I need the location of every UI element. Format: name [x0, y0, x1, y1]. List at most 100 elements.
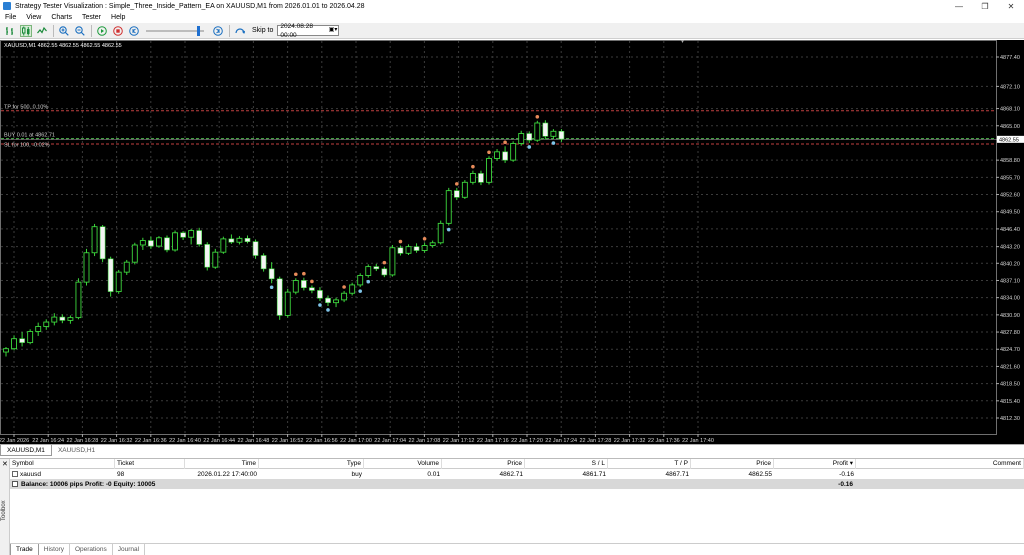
close-icon[interactable]: ✕ [2, 460, 8, 468]
col-comment[interactable]: Comment [856, 458, 1024, 469]
sort-down-icon: ▾ [849, 459, 853, 467]
balance-summary: Balance: 10006 pips Profit: -0 Equity: 1… [10, 481, 755, 488]
trade-table: Symbol Ticket Time Type Volume Price S /… [10, 458, 1024, 489]
candle-bearish [309, 287, 315, 291]
speed-slider-thumb[interactable] [197, 25, 200, 36]
bar-chart-icon[interactable] [4, 25, 16, 37]
buy-signal-marker [527, 145, 532, 149]
chart-canvas[interactable]: 4877.40 4872.10 4868.10 4865.00 4862.55 4858.… [0, 40, 1024, 444]
toolbox-label: Toolbox [1, 500, 7, 521]
toolbox-sidebar: ✕ Toolbox [0, 459, 10, 555]
balance-profit: -0.16 [838, 480, 853, 488]
tab-history[interactable]: History [39, 544, 70, 555]
menu-view[interactable]: View [21, 14, 46, 21]
candle-bullish [461, 181, 468, 198]
candle-bullish [365, 266, 372, 276]
row-sl: 4861.71 [582, 470, 607, 478]
table-row[interactable]: xauusd 98 2026.01.22 17:40:00 buy 0.01 4… [10, 469, 1024, 479]
candle-bullish [284, 291, 291, 316]
tab-trade[interactable]: Trade [10, 544, 39, 555]
step-forward-icon[interactable] [212, 25, 224, 37]
price-axis-label: 4872.10 [1000, 84, 1020, 90]
candle-bullish [220, 238, 227, 253]
skip-icon[interactable] [234, 25, 246, 37]
menu-file[interactable]: File [0, 14, 21, 21]
candle-bullish [518, 133, 525, 144]
tab-xauusd-h1[interactable]: XAUUSD,H1 [52, 445, 101, 456]
menu-charts[interactable]: Charts [46, 14, 77, 21]
candle-bullish [123, 261, 130, 273]
candle-bullish [155, 237, 162, 247]
price-axis-label: 4858.80 [1000, 158, 1020, 164]
stop-loss-label: SL for 100, -0.02% [4, 143, 50, 149]
play-icon[interactable] [96, 25, 108, 37]
sell-signal-marker [310, 279, 314, 284]
candle-bullish [534, 122, 541, 141]
position-icon [12, 470, 18, 477]
row-type: buy [351, 470, 362, 478]
candle-bullish [405, 246, 412, 254]
maximize-button[interactable]: ❐ [972, 0, 998, 12]
col-symbol[interactable]: Symbol [10, 458, 115, 469]
stop-icon[interactable] [112, 25, 124, 37]
skip-to-date-input[interactable]: 2024.08.28 00:00 ▣▾ [277, 23, 340, 39]
balance-toggle-icon[interactable] [12, 480, 18, 487]
strategy-tester-window: Strategy Tester Visualization : Simple_T… [0, 0, 1024, 555]
title-bar: Strategy Tester Visualization : Simple_T… [0, 0, 1024, 12]
candle-bullish [349, 284, 356, 294]
col-tp[interactable]: T / P [608, 458, 691, 469]
col-time[interactable]: Time [185, 458, 259, 469]
zoom-out-icon[interactable] [74, 25, 86, 37]
candle-bullish [91, 226, 98, 254]
candle-bullish [3, 348, 9, 353]
col-price[interactable]: Price [442, 458, 525, 469]
sell-signal-marker [503, 140, 507, 145]
col-type[interactable]: Type [259, 458, 364, 469]
tab-journal[interactable]: Journal [113, 544, 146, 555]
row-symbol: xauusd [10, 471, 115, 478]
toolbox-tab-bar: Trade History Operations Journal [10, 543, 1024, 555]
sell-signal-marker [302, 271, 306, 276]
speed-slider[interactable] [146, 25, 208, 37]
close-button[interactable]: ✕ [998, 0, 1024, 12]
candle-bearish [478, 173, 484, 183]
candle-bearish [99, 226, 106, 260]
line-chart-icon[interactable] [36, 25, 48, 37]
col-volume[interactable]: Volume [364, 458, 442, 469]
step-back-icon[interactable] [128, 25, 140, 37]
candle-bearish [325, 297, 331, 303]
candlestick-icon[interactable] [20, 24, 32, 37]
zoom-in-icon[interactable] [58, 25, 70, 37]
toolbar-separator [53, 24, 54, 37]
menu-help[interactable]: Help [106, 14, 130, 21]
price-axis-label: 4837.10 [1000, 278, 1020, 284]
candle-bullish [51, 316, 58, 323]
col-ticket[interactable]: Ticket [115, 458, 185, 469]
col-profit[interactable]: Profit ▾ [774, 458, 856, 469]
menu-tester[interactable]: Tester [77, 14, 106, 21]
candle-bearish [204, 244, 211, 268]
chart-shift-marker[interactable] [681, 40, 684, 43]
minimize-button[interactable]: — [946, 0, 972, 12]
candle-bearish [373, 266, 380, 270]
app-icon [3, 2, 11, 10]
candle-bullish [139, 240, 146, 246]
toolbox-panel: ✕ Toolbox Symbol Ticket Time Type Volume… [0, 458, 1024, 555]
price-axis-label: 4827.80 [1000, 330, 1020, 336]
candle-bullish [357, 275, 364, 286]
candle-bearish [558, 131, 565, 140]
candle-bullish [429, 242, 436, 246]
candle-bearish [301, 280, 307, 288]
candle-bullish [83, 252, 90, 283]
calendar-dropdown-icon[interactable]: ▣▾ [329, 26, 339, 35]
candle-bullish [115, 271, 122, 293]
tab-xauusd-m1[interactable]: XAUUSD,M1 [0, 445, 52, 456]
price-axis-label: 4849.50 [1000, 210, 1020, 216]
candle-bearish [526, 133, 533, 141]
col-current-price[interactable]: Price [691, 458, 774, 469]
price-chart[interactable]: 4877.40 4872.10 4868.10 4865.00 4862.55 4858.… [0, 40, 1024, 444]
col-sl[interactable]: S / L [525, 458, 608, 469]
chart-symbol-info: XAUUSD,M1 4862.55 4862.55 4862.55 4862.5… [4, 43, 122, 49]
tab-operations[interactable]: Operations [70, 544, 113, 555]
price-axis-label: 4815.40 [1000, 399, 1020, 405]
